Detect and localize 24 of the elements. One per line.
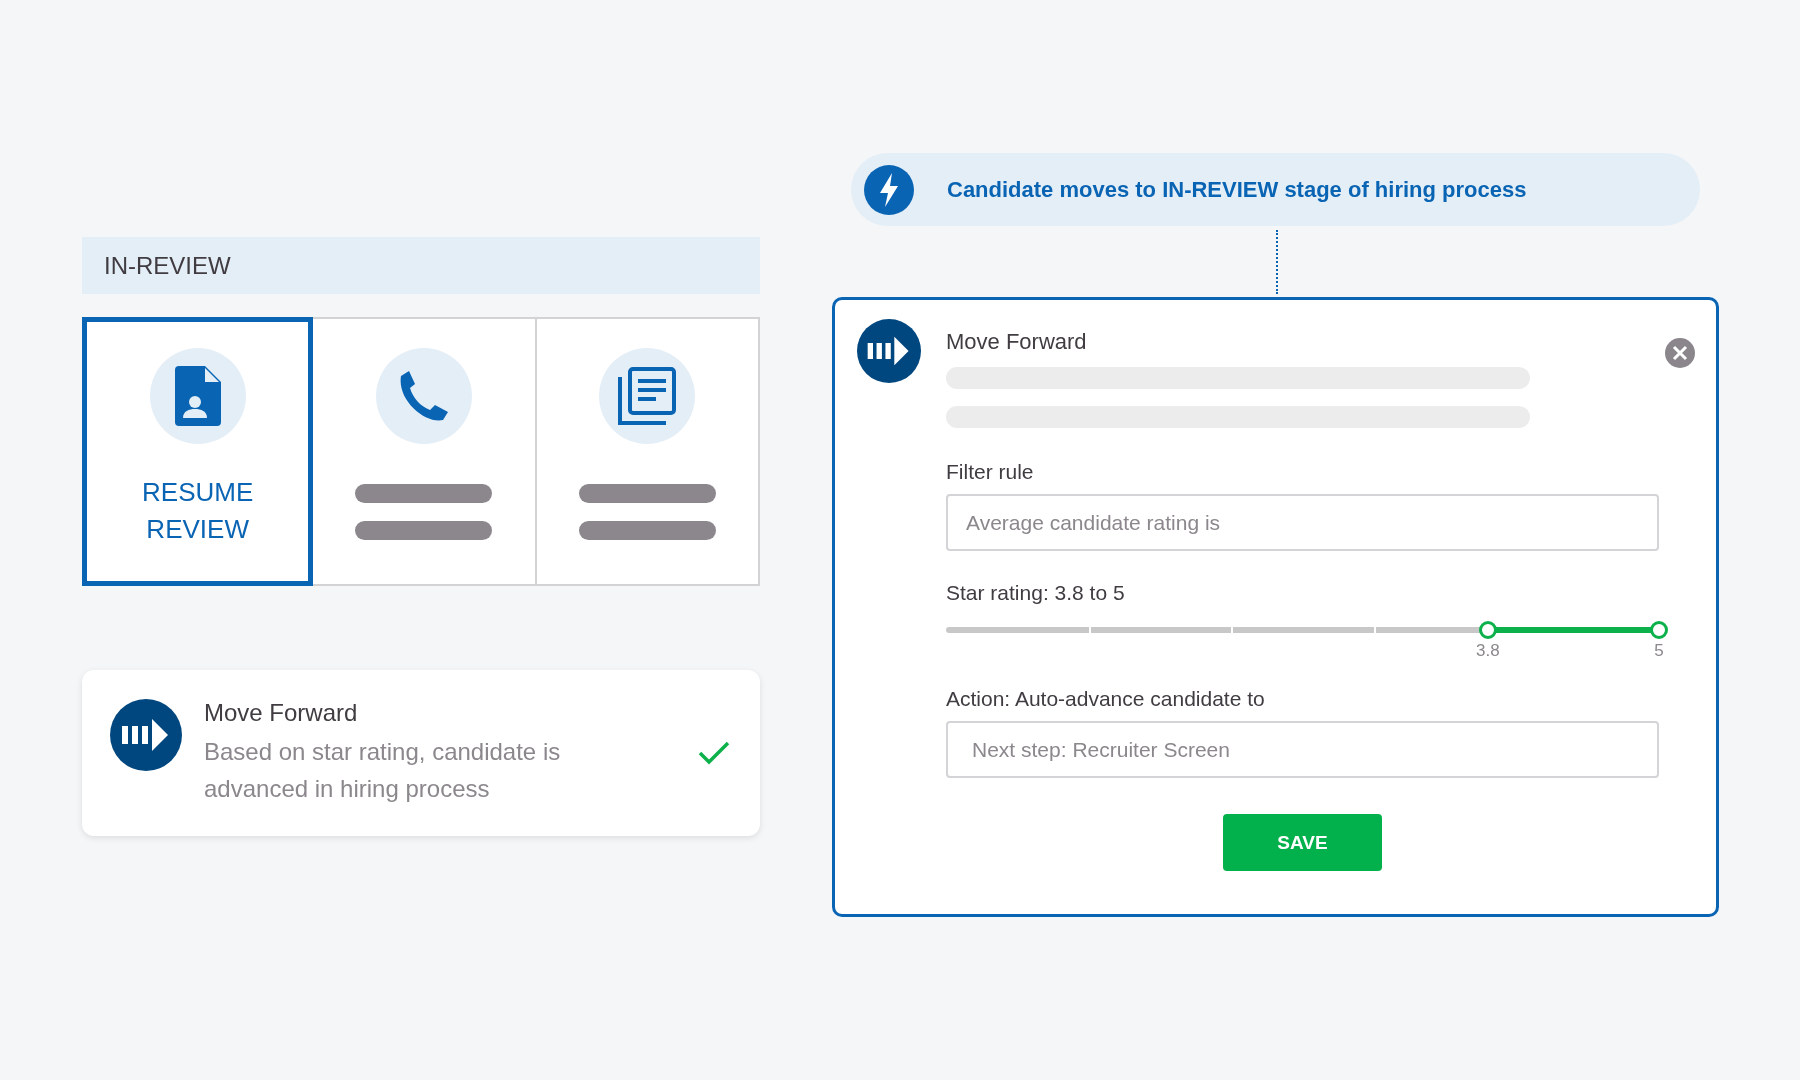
stage-card[interactable]: RESUME REVIEW (82, 317, 314, 586)
slider-thumb[interactable] (1478, 621, 1497, 639)
documents-icon (618, 367, 677, 425)
next-step-field[interactable]: Next step: Recruiter Screen (946, 721, 1659, 778)
filter-field[interactable]: Average candidate rating is (946, 494, 1659, 551)
forward-icon (857, 319, 921, 383)
stage-title: IN-REVIEW (104, 251, 231, 280)
stage-card[interactable] (313, 317, 537, 586)
field-label: Action: Auto-advance candidate to (946, 687, 1266, 711)
result-title: Move Forward (204, 699, 359, 727)
save-button[interactable]: SAVE (1223, 814, 1382, 871)
field-label: Filter rule (946, 460, 1035, 484)
phone-icon (399, 370, 449, 422)
forward-icon (110, 699, 182, 771)
resume-icon (174, 366, 221, 426)
trigger-text: Candidate moves to IN-REVIEW stage of hiring process (947, 176, 1527, 203)
close-icon[interactable] (1665, 338, 1695, 368)
stage-label: RESUME REVIEW (141, 476, 255, 546)
slider-thumb[interactable] (1650, 621, 1668, 639)
panel-title: Move Forward (946, 329, 1088, 355)
result-description: Based on star rating, candidate is advanced in hiring process (204, 737, 562, 804)
stage-card[interactable] (536, 317, 760, 586)
field-label: Star rating: 3.8 to 5 (946, 581, 1126, 605)
lightning-icon (864, 164, 914, 215)
